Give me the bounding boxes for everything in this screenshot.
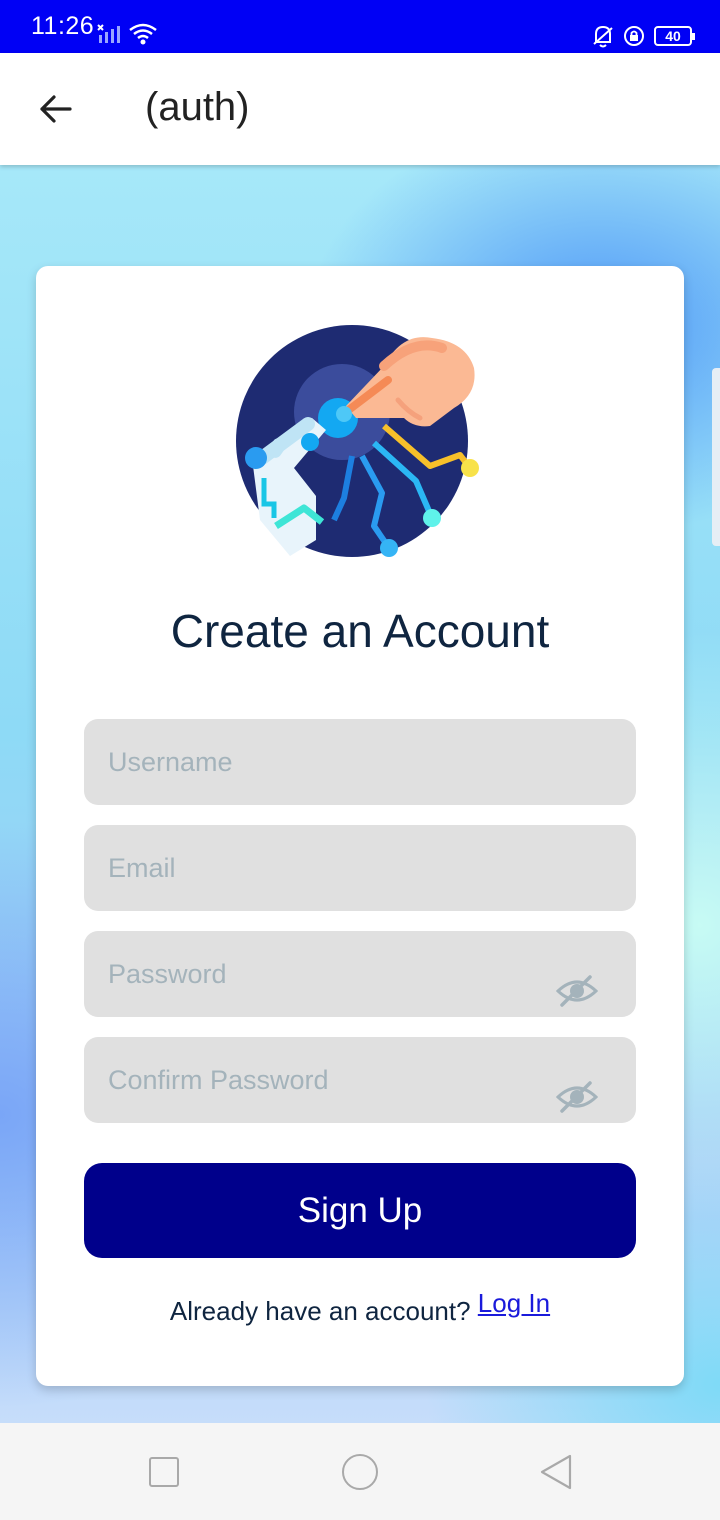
eye-off-icon[interactable]: [556, 975, 598, 1007]
signal-icon: [97, 24, 120, 43]
signup-card: Create an Account Username Email Passwor…: [36, 266, 684, 1386]
username-field[interactable]: Username: [84, 719, 636, 805]
rotation-lock-icon: [624, 26, 644, 46]
status-time: 11:26: [31, 12, 95, 40]
arrow-left-icon[interactable]: [36, 89, 76, 129]
login-prompt-row: Already have an account? Log In: [36, 1288, 684, 1327]
status-bar: 11:26 40: [0, 0, 720, 53]
system-nav-bar: [0, 1423, 720, 1520]
confirm-password-placeholder: Confirm Password: [108, 1065, 329, 1095]
triangle-back-icon[interactable]: [538, 1453, 574, 1491]
square-icon[interactable]: [149, 1457, 179, 1487]
scroll-indicator[interactable]: [712, 368, 720, 546]
email-field[interactable]: Email: [84, 825, 636, 911]
email-placeholder: Email: [108, 853, 176, 883]
login-prompt-text: Already have an account?: [169, 1296, 471, 1326]
app-title: (auth): [145, 85, 250, 129]
app-bar: (auth): [0, 53, 720, 165]
wifi-icon: [129, 23, 157, 45]
username-placeholder: Username: [108, 747, 233, 777]
log-in-link[interactable]: Log In: [478, 1288, 550, 1318]
tech-hand-illustration: [236, 325, 479, 557]
status-right-group: 40: [592, 24, 695, 48]
circle-icon[interactable]: [342, 1454, 378, 1490]
bell-off-icon: [593, 25, 613, 48]
card-title: Create an Account: [170, 605, 550, 657]
battery-indicator: 40: [654, 26, 695, 46]
sign-up-button[interactable]: Sign Up: [84, 1163, 636, 1258]
confirm-password-field[interactable]: Confirm Password: [84, 1037, 636, 1123]
password-field[interactable]: Password: [84, 931, 636, 1017]
password-placeholder: Password: [108, 959, 227, 989]
eye-off-icon[interactable]: [556, 1081, 598, 1113]
